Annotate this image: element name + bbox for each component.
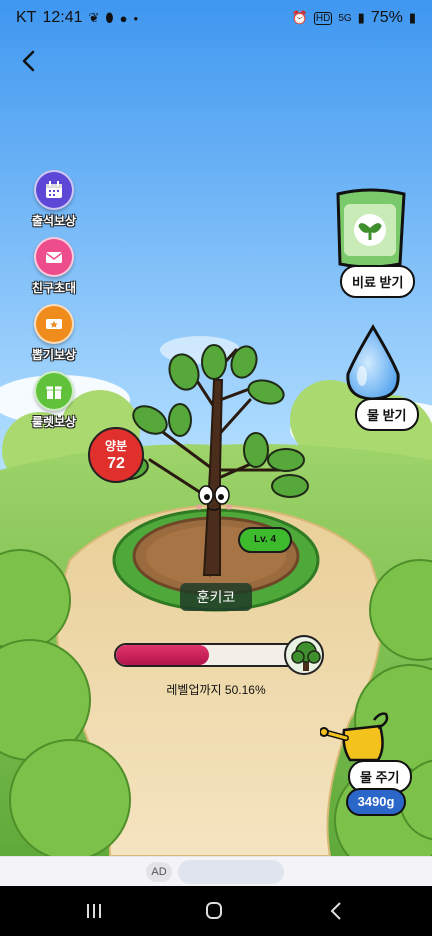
system-back-icon <box>330 902 341 920</box>
get-water-button[interactable]: 물 받기 <box>355 398 419 431</box>
clock-label: 12:41 <box>42 9 83 26</box>
screen: 출석보상 친구초대 뽑기보상 룰렛보상 비료 받기 물 받기 양분 72 Lv.… <box>0 0 432 936</box>
level-progress-fill <box>116 645 210 665</box>
leaf-icon: ❦ <box>88 10 100 25</box>
menu-invite-friend[interactable]: 친구초대 <box>22 237 86 296</box>
pill-icon: ⬮ <box>105 10 114 25</box>
get-fertilizer-button[interactable]: 비료 받기 <box>340 265 416 298</box>
tree-name-label: 훈키코 <box>180 583 252 611</box>
menu-draw-label: 뽑기보상 <box>31 348 77 362</box>
lte-icon: 5G <box>338 12 352 24</box>
menu-invite-label: 친구초대 <box>31 281 77 295</box>
back-arrow-icon <box>22 50 35 72</box>
recent-apps-button[interactable] <box>74 898 114 924</box>
watering-can-icon[interactable] <box>320 712 392 764</box>
nutrient-badge: 양분 72 <box>88 427 144 483</box>
talk-icon: ● <box>119 10 128 26</box>
system-back-button[interactable] <box>316 898 356 924</box>
ad-banner[interactable]: AD <box>0 856 432 886</box>
calendar-icon <box>34 170 74 210</box>
back-button[interactable] <box>14 46 44 76</box>
nutrient-value: 72 <box>107 455 125 472</box>
dot-icon: • <box>133 10 138 26</box>
level-progress-bar <box>114 643 304 667</box>
alarm-icon: ⏰ <box>291 10 308 25</box>
home-icon <box>206 902 222 919</box>
menu-roulette-reward[interactable]: 룰렛보상 <box>22 371 86 430</box>
level-progress-text: 레벨업까지 50.16% <box>166 683 266 697</box>
home-button[interactable] <box>194 898 234 924</box>
navigation-bar <box>0 886 432 936</box>
mail-icon <box>34 237 74 277</box>
tree-thumbnail-icon <box>284 635 324 675</box>
fertilizer-bag-icon[interactable] <box>330 186 410 270</box>
battery-icon: ▮ <box>408 10 416 25</box>
tree-level-badge: Lv. 4 <box>238 527 292 553</box>
menu-draw-reward[interactable]: 뽑기보상 <box>22 304 86 363</box>
ad-slot[interactable] <box>178 860 284 884</box>
hd-icon: HD <box>313 11 333 25</box>
battery-label: 75% <box>370 9 403 26</box>
game-scene: 출석보상 친구초대 뽑기보상 룰렛보상 비료 받기 물 받기 양분 72 Lv.… <box>0 0 432 856</box>
nutrient-label: 양분 <box>104 439 128 453</box>
status-bar: KT 12:41 ❦ ⬮ ● • ⏰ HD 5G ▮ 75% ▮ <box>0 0 432 36</box>
ticket-icon <box>34 304 74 344</box>
recent-apps-icon <box>87 904 101 918</box>
water-drop-icon[interactable] <box>342 324 404 402</box>
water-amount-badge: 3490g <box>346 788 406 816</box>
menu-attendance-reward[interactable]: 출석보상 <box>22 170 86 229</box>
menu-attendance-label: 출석보상 <box>31 214 77 228</box>
gift-icon <box>34 371 74 411</box>
signal-icon: ▮ <box>357 10 365 25</box>
ad-label: AD <box>146 862 172 882</box>
carrier-label: KT <box>16 9 37 26</box>
menu-roulette-label: 룰렛보상 <box>31 415 77 429</box>
